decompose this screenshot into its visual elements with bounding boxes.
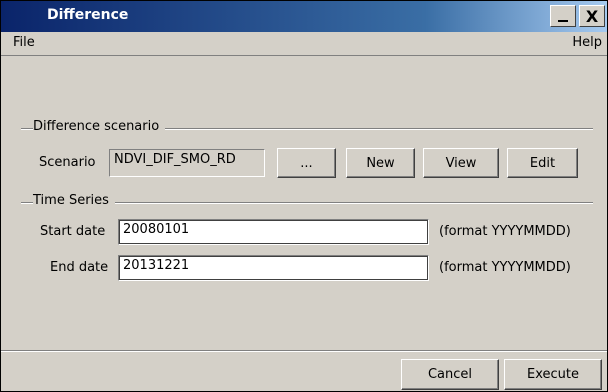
browse-scenario-button[interactable]: ... xyxy=(277,148,336,178)
start-date-label: Start date xyxy=(40,224,106,239)
time-series-heading: Time Series xyxy=(33,193,115,208)
menu-file[interactable]: File xyxy=(13,35,35,50)
new-button[interactable]: New xyxy=(346,148,415,178)
difference-scenario-heading: Difference scenario xyxy=(33,119,166,134)
scenario-label: Scenario xyxy=(39,155,96,170)
close-button[interactable]: X xyxy=(579,5,605,27)
menu-bar: File Help xyxy=(1,32,607,56)
view-button[interactable]: View xyxy=(423,148,499,178)
end-date-label: End date xyxy=(50,260,109,275)
start-date-format-hint: (format YYYYMMDD) xyxy=(439,224,571,239)
close-icon: X xyxy=(585,6,599,26)
end-date-format-hint: (format YYYYMMDD) xyxy=(439,260,571,275)
menu-help[interactable]: Help xyxy=(572,35,602,50)
footer-divider xyxy=(1,350,607,352)
minimize-icon xyxy=(558,20,568,22)
start-date-input[interactable]: 20080101 xyxy=(118,219,429,245)
minimize-button[interactable] xyxy=(550,5,576,27)
title-bar[interactable]: Difference X xyxy=(1,1,607,32)
end-date-input[interactable]: 20131221 xyxy=(118,255,429,281)
cancel-button[interactable]: Cancel xyxy=(401,359,499,390)
window-title: Difference xyxy=(47,7,129,23)
execute-button[interactable]: Execute xyxy=(504,359,602,390)
scenario-field: NDVI_DIF_SMO_RD xyxy=(109,149,265,177)
edit-button[interactable]: Edit xyxy=(507,148,578,178)
difference-window: Difference X File Help Difference scenar… xyxy=(0,0,608,392)
